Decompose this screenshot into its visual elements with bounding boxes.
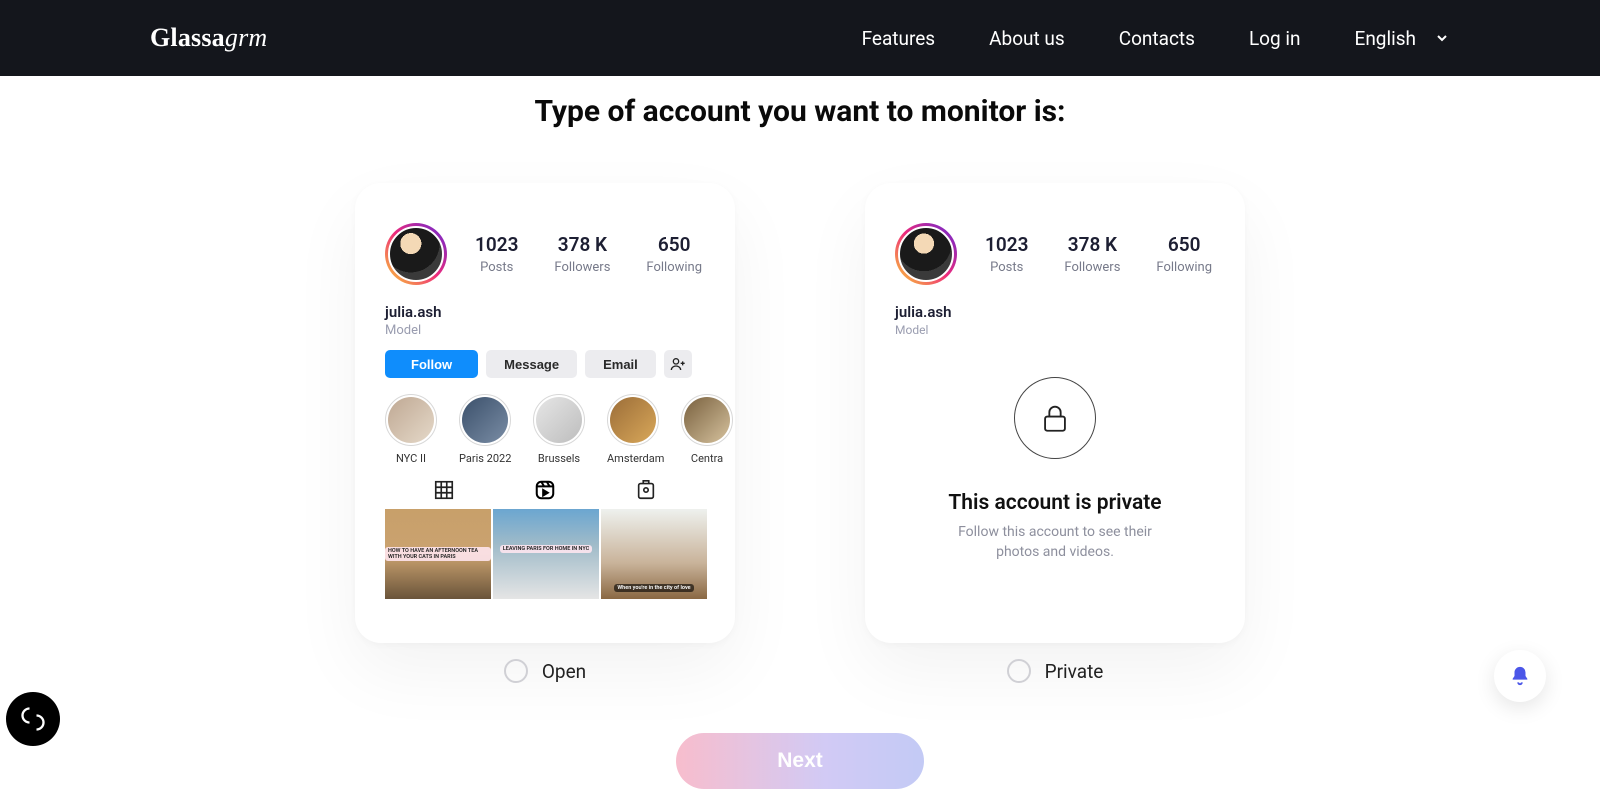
feed-caption: LEAVING PARIS FOR HOME IN NYC <box>500 545 592 553</box>
profile-tabs <box>355 465 735 507</box>
avatar <box>388 226 444 282</box>
profile-username: julia.ash <box>895 303 1215 321</box>
notifications-launcher[interactable] <box>1494 650 1546 702</box>
private-title: This account is private <box>948 491 1161 515</box>
profile-buttons: Follow Message Email <box>355 338 735 378</box>
highlight-label: Centra <box>681 452 733 465</box>
private-subtitle: Follow this account to see their photos … <box>958 523 1152 562</box>
highlight-item[interactable]: Centra <box>681 394 733 465</box>
radio-private[interactable] <box>1007 659 1031 683</box>
highlight-label: NYC II <box>385 452 437 465</box>
highlight-label: Paris 2022 <box>459 452 511 465</box>
cookie-icon <box>19 705 47 733</box>
stat-posts-label: Posts <box>985 260 1028 275</box>
next-button[interactable]: Next <box>676 733 924 789</box>
stat-following-value: 650 <box>1156 233 1212 256</box>
highlight-label: Amsterdam <box>607 452 659 465</box>
profile-bio: Model <box>895 323 1215 337</box>
profile-stats: 1023 Posts 378 K Followers 650 Following <box>985 233 1212 275</box>
profile-bio: Model <box>385 323 705 338</box>
language-selector[interactable]: English <box>1355 27 1450 50</box>
avatar-ring <box>895 223 957 285</box>
option-private-row: Private <box>865 659 1245 683</box>
feed-caption: HOW TO HAVE AN AFTERNOON TEA WITH YOUR C… <box>385 547 491 561</box>
private-sub-line1: Follow this account to see their <box>958 524 1152 540</box>
profile-username: julia.ash <box>385 303 705 321</box>
nav-features[interactable]: Features <box>862 27 936 50</box>
stat-posts-label: Posts <box>475 260 518 275</box>
reels-icon[interactable] <box>534 479 556 501</box>
stat-followers: 378 K Followers <box>554 233 610 275</box>
profile-stats: 1023 Posts 378 K Followers 650 Following <box>475 233 702 275</box>
avatar-ring <box>385 223 447 285</box>
profile-header-row: 1023 Posts 378 K Followers 650 Following <box>355 183 735 285</box>
stat-following: 650 Following <box>1156 233 1212 275</box>
avatar <box>898 226 954 282</box>
account-type-cards: 1023 Posts 378 K Followers 650 Following… <box>0 183 1600 683</box>
radio-open-label: Open <box>542 660 586 683</box>
stat-followers-label: Followers <box>554 260 610 275</box>
feed-post[interactable]: LEAVING PARIS FOR HOME IN NYC <box>493 509 599 599</box>
profile-header-row: 1023 Posts 378 K Followers 650 Following <box>865 183 1245 285</box>
chevron-down-icon <box>1434 30 1450 46</box>
private-sub-line2: photos and videos. <box>996 544 1114 560</box>
highlight-item[interactable]: Brussels <box>533 394 585 465</box>
profile-handle-block: julia.ash Model <box>355 285 735 338</box>
highlight-label: Brussels <box>533 452 585 465</box>
stat-followers-value: 378 K <box>554 233 610 256</box>
follow-button[interactable]: Follow <box>385 350 478 378</box>
nav-about[interactable]: About us <box>989 27 1065 50</box>
message-button[interactable]: Message <box>486 350 577 378</box>
stat-following-label: Following <box>646 260 702 275</box>
highlight-item[interactable]: NYC II <box>385 394 437 465</box>
site-logo[interactable]: Glassagrm <box>150 23 267 53</box>
option-open-row: Open <box>355 659 735 683</box>
main-nav: Features About us Contacts Log in Englis… <box>862 27 1450 50</box>
highlights-row: NYC II Paris 2022 Brussels Amsterdam Cen… <box>355 378 735 465</box>
radio-open[interactable] <box>504 659 528 683</box>
stat-following: 650 Following <box>646 233 702 275</box>
stat-following-value: 650 <box>646 233 702 256</box>
language-label: English <box>1355 27 1416 50</box>
radio-private-label: Private <box>1045 660 1104 683</box>
logo-suffix: grm <box>225 23 268 52</box>
add-user-icon <box>670 356 686 372</box>
stat-followers: 378 K Followers <box>1064 233 1120 275</box>
bell-icon <box>1509 665 1531 687</box>
widget-launcher[interactable] <box>6 692 60 746</box>
stat-following-label: Following <box>1156 260 1212 275</box>
stat-posts-value: 1023 <box>985 233 1028 256</box>
page-title: Type of account you want to monitor is: <box>0 94 1600 129</box>
tagged-icon[interactable] <box>635 479 657 501</box>
lock-icon <box>1038 401 1072 435</box>
profile-handle-block: julia.ash Model <box>865 285 1245 337</box>
feed-post[interactable]: HOW TO HAVE AN AFTERNOON TEA WITH YOUR C… <box>385 509 491 599</box>
lock-circle <box>1014 377 1096 459</box>
stat-followers-label: Followers <box>1064 260 1120 275</box>
feed-caption: When you're in the city of love <box>614 584 693 592</box>
stat-posts-value: 1023 <box>475 233 518 256</box>
nav-contacts[interactable]: Contacts <box>1119 27 1195 50</box>
highlight-item[interactable]: Paris 2022 <box>459 394 511 465</box>
account-card-open[interactable]: 1023 Posts 378 K Followers 650 Following… <box>355 183 735 643</box>
nav-login[interactable]: Log in <box>1249 27 1301 50</box>
option-open-container: 1023 Posts 378 K Followers 650 Following… <box>355 183 735 683</box>
stat-followers-value: 378 K <box>1064 233 1120 256</box>
option-private-container: 1023 Posts 378 K Followers 650 Following… <box>865 183 1245 683</box>
feed-row: HOW TO HAVE AN AFTERNOON TEA WITH YOUR C… <box>385 507 735 599</box>
site-header: Glassagrm Features About us Contacts Log… <box>0 0 1600 76</box>
highlight-item[interactable]: Amsterdam <box>607 394 659 465</box>
stat-posts: 1023 Posts <box>985 233 1028 275</box>
email-button[interactable]: Email <box>585 350 656 378</box>
logo-primary: Glassa <box>150 23 225 52</box>
stat-posts: 1023 Posts <box>475 233 518 275</box>
grid-icon[interactable] <box>433 479 455 501</box>
add-user-button[interactable] <box>664 350 692 378</box>
account-card-private[interactable]: 1023 Posts 378 K Followers 650 Following… <box>865 183 1245 643</box>
private-body: This account is private Follow this acco… <box>865 337 1245 643</box>
feed-post[interactable]: When you're in the city of love <box>601 509 707 599</box>
